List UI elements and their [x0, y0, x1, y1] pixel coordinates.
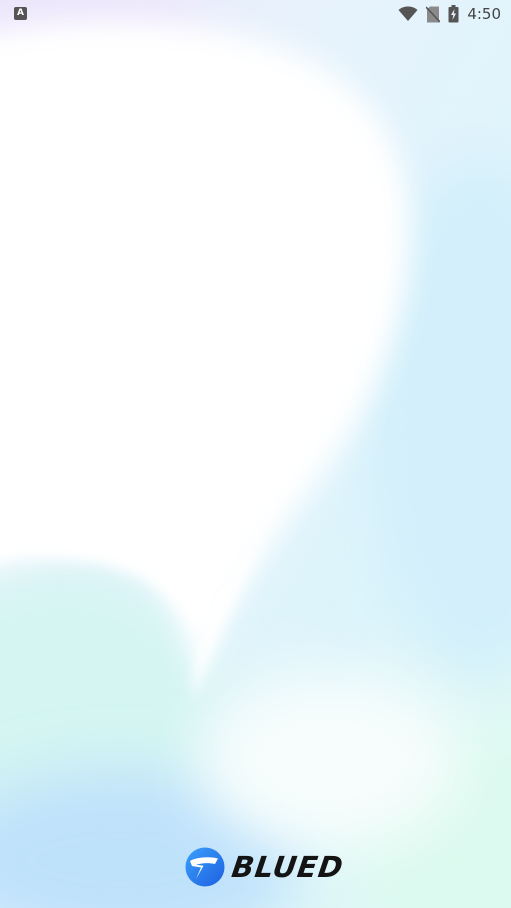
brand-logo: BLUED: [184, 846, 346, 888]
blued-logo-icon: [185, 847, 225, 887]
status-time: 4:50: [467, 5, 501, 23]
brand-name: BLUED: [229, 850, 346, 884]
no-sim-icon: [426, 5, 441, 23]
splash-background: [0, 0, 511, 908]
splash-screen: A 4:50 BLUED: [0, 0, 511, 908]
status-icons: 4:50: [398, 4, 501, 24]
status-bar: A 4:50: [0, 0, 511, 28]
wifi-icon: [398, 6, 418, 21]
a-keyboard-icon: A: [14, 7, 27, 20]
battery-charging-icon: [448, 5, 459, 23]
